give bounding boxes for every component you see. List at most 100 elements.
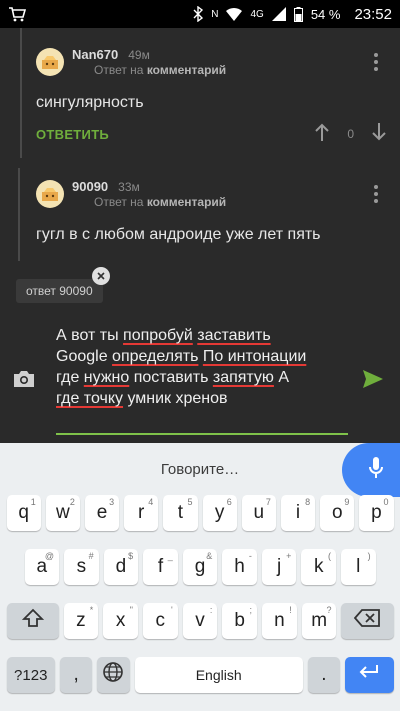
mic-button[interactable]	[342, 443, 400, 497]
key-label: z	[76, 610, 86, 631]
symbols-key[interactable]: ?123	[6, 657, 55, 693]
avatar[interactable]	[36, 180, 64, 208]
key-v[interactable]: v:	[182, 603, 218, 639]
key-alt-label: &	[206, 551, 213, 561]
more-options-icon[interactable]	[364, 185, 388, 203]
key-w[interactable]: w2	[45, 495, 80, 531]
key-label: w	[55, 502, 70, 523]
misspelled-word[interactable]: где точку	[56, 390, 123, 407]
input-text: А вот ты	[56, 327, 124, 344]
comma-key[interactable]: ,	[59, 657, 93, 693]
avatar[interactable]	[36, 48, 64, 76]
bluetooth-icon	[193, 6, 204, 22]
comment-time: 49м	[128, 48, 150, 62]
key-q[interactable]: q1	[6, 495, 41, 531]
input-text: поставить	[129, 369, 213, 386]
keyboard-row-4: ?123 , English .	[0, 657, 400, 693]
comment-username[interactable]: 90090	[72, 179, 108, 194]
misspelled-word[interactable]: определять	[112, 348, 198, 365]
key-p[interactable]: p0	[359, 495, 394, 531]
key-label: b	[234, 610, 245, 631]
key-label: f	[157, 556, 164, 577]
misspelled-word[interactable]: запятую	[213, 369, 274, 386]
backspace-icon	[354, 609, 381, 633]
reply-button[interactable]: ОТВЕТИТЬ	[36, 127, 315, 142]
misspelled-word[interactable]: попробуй	[123, 327, 193, 344]
backspace-key[interactable]	[341, 603, 394, 639]
reply-target-link[interactable]: комментарий	[147, 195, 226, 209]
shift-key[interactable]	[6, 603, 59, 639]
key-alt-label: (	[328, 551, 331, 561]
close-icon[interactable]	[92, 267, 110, 285]
key-f[interactable]: f _	[143, 549, 178, 585]
key-h[interactable]: h-	[222, 549, 257, 585]
key-o[interactable]: o9	[320, 495, 355, 531]
key-alt-label: 1	[30, 497, 36, 507]
comment: Nan670 49м Ответ на комментарий сингулярн…	[36, 42, 400, 146]
comment-text: сингулярность	[36, 94, 144, 111]
microphone-icon	[368, 456, 384, 485]
key-alt-label: *	[89, 605, 94, 615]
key-alt-label: -	[248, 551, 252, 561]
key-label: m	[311, 610, 328, 631]
key-alt-label: 0	[383, 497, 389, 507]
key-i[interactable]: i8	[280, 495, 316, 531]
key-n[interactable]: n!	[262, 603, 297, 639]
misspelled-word[interactable]: По интонации	[203, 348, 306, 365]
input-text: А	[273, 369, 290, 386]
key-alt-label: 9	[344, 497, 350, 507]
reply-target-link[interactable]: комментарий	[147, 63, 226, 77]
key-u[interactable]: u7	[241, 495, 276, 531]
key-label: g	[194, 556, 206, 577]
key-x[interactable]: x "	[103, 603, 138, 639]
network-type: 4G	[250, 8, 264, 20]
key-alt-label: )	[367, 551, 371, 561]
key-label: d	[115, 556, 127, 577]
key-e[interactable]: e3	[84, 495, 120, 531]
upvote-icon[interactable]	[315, 123, 330, 146]
key-r[interactable]: r4	[124, 495, 159, 531]
key-y[interactable]: y6	[202, 495, 237, 531]
key-z[interactable]: z *	[63, 603, 99, 639]
key-label: o	[331, 502, 343, 523]
misspelled-word[interactable]: нужно	[84, 369, 129, 386]
space-key[interactable]: English	[134, 657, 303, 693]
battery-icon	[293, 6, 303, 22]
language-key[interactable]	[97, 657, 130, 693]
key-c[interactable]: c '	[142, 603, 178, 639]
wifi-icon	[226, 7, 243, 21]
enter-key[interactable]	[345, 657, 394, 693]
key-d[interactable]: d $	[103, 549, 139, 585]
key-b[interactable]: b;	[222, 603, 258, 639]
shift-icon	[21, 608, 44, 634]
key-label: t	[177, 502, 184, 523]
send-icon[interactable]	[362, 369, 384, 394]
misspelled-word[interactable]: заставить	[197, 327, 270, 344]
key-a[interactable]: a @	[24, 549, 60, 585]
comment-username[interactable]: Nan670	[72, 47, 118, 62]
key-alt-label: 6	[226, 497, 232, 507]
voice-prompt: Говорите…	[160, 460, 240, 478]
key-label: y	[214, 502, 225, 523]
key-m[interactable]: m?	[301, 603, 337, 639]
key-label: r	[138, 502, 145, 523]
key-label: e	[96, 502, 108, 523]
key-label: c	[155, 610, 166, 631]
key-label: v	[195, 610, 205, 631]
downvote-icon[interactable]	[372, 122, 386, 146]
key-g[interactable]: g &	[182, 549, 218, 585]
comment-input[interactable]: А вот ты попробуй заставить Google опред…	[56, 325, 352, 409]
camera-icon[interactable]	[12, 369, 36, 394]
key-t[interactable]: t5	[163, 495, 198, 531]
comment-text: гугл в с любом андроиде уже лет пять	[36, 226, 321, 243]
key-label: x	[115, 610, 126, 631]
period-key[interactable]: .	[307, 657, 341, 693]
key-j[interactable]: j +	[261, 549, 297, 585]
key-s[interactable]: s #	[64, 549, 99, 585]
key-l[interactable]: l)	[341, 549, 376, 585]
more-options-icon[interactable]	[364, 53, 388, 71]
key-label: q	[18, 502, 29, 523]
key-k[interactable]: k(	[301, 549, 336, 585]
shop-icon	[8, 5, 26, 23]
battery-percent: 54 %	[310, 6, 341, 22]
